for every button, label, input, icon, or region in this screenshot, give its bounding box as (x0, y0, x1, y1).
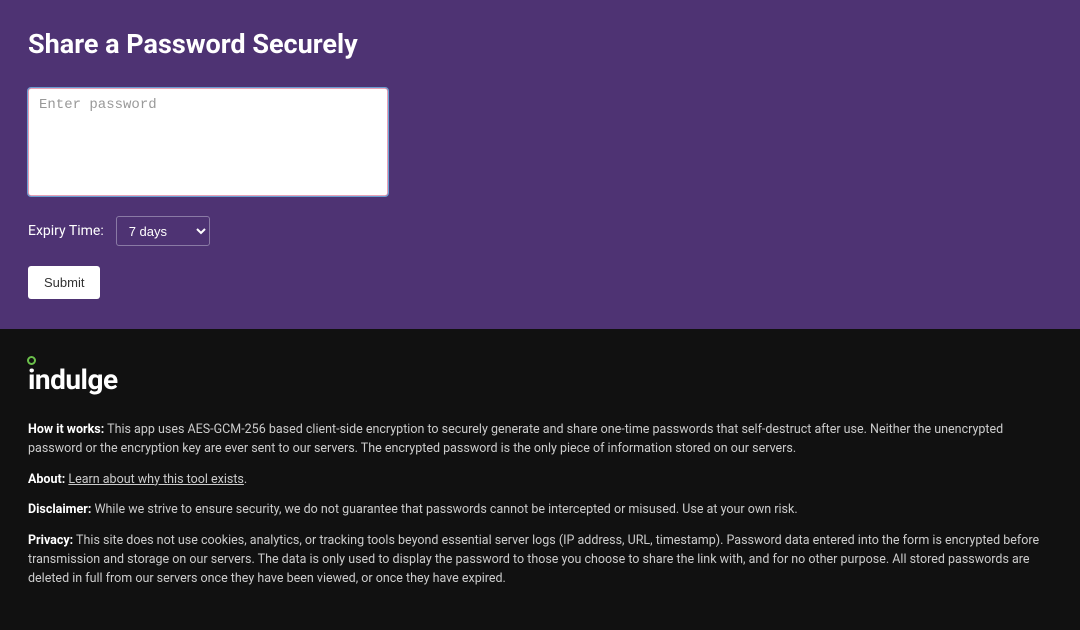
how-it-works-text: This app uses AES-GCM-256 based client-s… (28, 422, 1003, 456)
disclaimer-label: Disclaimer: (28, 502, 91, 517)
disclaimer-text: While we strive to ensure security, we d… (91, 502, 797, 517)
about-paragraph: About: Learn about why this tool exists. (28, 471, 1052, 490)
password-input[interactable] (28, 88, 388, 196)
privacy-label: Privacy: (28, 533, 73, 548)
footer-logo-text: indulge (28, 359, 118, 401)
main-panel: Share a Password Securely Expiry Time: 7… (0, 0, 1080, 329)
about-link[interactable]: Learn about why this tool exists (68, 472, 244, 487)
about-suffix: . (244, 472, 247, 487)
privacy-text: This site does not use cookies, analytic… (28, 533, 1039, 586)
privacy-paragraph: Privacy: This site does not use cookies,… (28, 532, 1052, 588)
footer-logo-label: indulge (28, 363, 118, 396)
expiry-label: Expiry Time: (28, 223, 104, 239)
footer-logo: indulge (28, 359, 1052, 401)
disclaimer-paragraph: Disclaimer: While we strive to ensure se… (28, 501, 1052, 520)
expiry-select[interactable]: 7 days (116, 216, 210, 246)
how-it-works-label: How it works: (28, 422, 104, 437)
submit-button[interactable]: Submit (28, 266, 100, 299)
footer: indulge How it works: This app uses AES-… (0, 329, 1080, 630)
how-it-works-paragraph: How it works: This app uses AES-GCM-256 … (28, 421, 1052, 459)
logo-dot-icon (27, 356, 36, 365)
expiry-row: Expiry Time: 7 days (28, 216, 1052, 246)
page-title: Share a Password Securely (28, 28, 1052, 60)
about-label: About: (28, 472, 65, 487)
